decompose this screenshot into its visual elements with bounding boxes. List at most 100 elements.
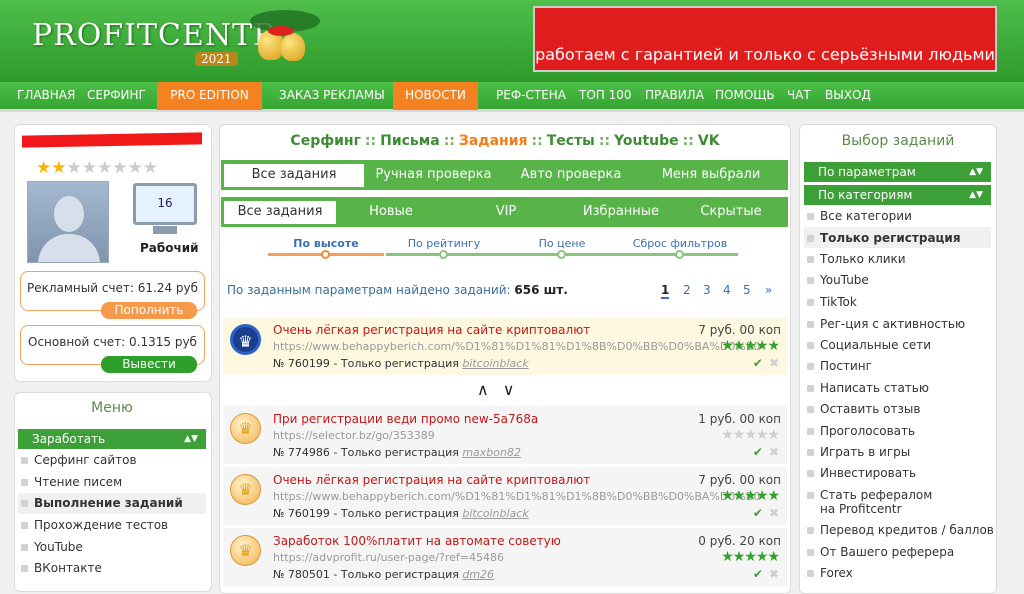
task-price: 0 руб. 20 коп <box>698 534 781 548</box>
menu-section-earn[interactable]: Заработать ▲▼ <box>18 429 206 449</box>
tab-vip[interactable]: VIP <box>466 201 546 224</box>
menu-item-tests[interactable]: Прохождение тестов <box>20 518 168 532</box>
category-item[interactable]: Все категории <box>807 209 912 223</box>
nav-logout[interactable]: ВЫХОД <box>813 82 883 110</box>
sort-by-rating[interactable]: По рейтингу <box>386 237 502 250</box>
task-title[interactable]: Очень лёгкая регистрация на сайте крипто… <box>273 323 590 337</box>
category-item[interactable]: TikTok <box>807 295 857 309</box>
page-next[interactable]: » <box>765 283 772 297</box>
hide-icon[interactable]: ✖ <box>769 506 779 520</box>
category-item[interactable]: Только регистрация <box>807 231 961 245</box>
category-item[interactable]: Инвестировать <box>806 466 916 480</box>
link-surfing[interactable]: Серфинг <box>290 133 360 149</box>
tab-manual-check[interactable]: Ручная проверка <box>366 164 501 187</box>
hide-icon[interactable]: ✖ <box>769 356 779 370</box>
task-title[interactable]: Очень лёгкая регистрация на сайте крипто… <box>273 473 590 487</box>
check-icon[interactable]: ✔ <box>753 356 763 370</box>
tab-chosen-me[interactable]: Меня выбрали <box>641 164 781 187</box>
page-2[interactable]: 2 <box>683 283 691 297</box>
menu-item-youtube[interactable]: YouTube <box>21 540 83 554</box>
sort-by-height[interactable]: По высоте <box>268 237 384 250</box>
link-tasks[interactable]: Задания <box>459 133 528 149</box>
link-youtube[interactable]: Youtube <box>614 133 679 149</box>
category-item[interactable]: Forex <box>807 566 853 580</box>
task-title[interactable]: При регистрации веди промо new-5a768a <box>273 412 538 426</box>
menu-item-vk[interactable]: ВКонтакте <box>21 561 102 575</box>
check-icon[interactable]: ✔ <box>753 506 763 520</box>
category-item[interactable]: Стать рефералом на Profitcentr <box>807 488 950 516</box>
nav-surfing[interactable]: СЕРФИНГ <box>75 82 158 110</box>
category-item[interactable]: Написать статью <box>807 381 929 395</box>
site-logo[interactable]: PROFITCENTR <box>32 18 277 53</box>
category-item[interactable]: Проголосовать <box>806 424 915 438</box>
check-icon[interactable]: ✔ <box>753 567 763 581</box>
category-item[interactable]: Социальные сети <box>806 338 931 352</box>
menu-item-surfing[interactable]: Серфинг сайтов <box>21 453 137 467</box>
filter-tabs: Все задания Новые VIP Избранные Скрытые <box>221 197 788 227</box>
page-3[interactable]: 3 <box>703 283 711 297</box>
filter-by-params[interactable]: По параметрам ▲▼ <box>804 162 991 182</box>
link-letters[interactable]: Письма <box>380 133 440 149</box>
tab-auto-check[interactable]: Авто проверка <box>506 164 636 187</box>
sort-dot-height[interactable] <box>321 250 330 259</box>
topup-button[interactable]: Пополнить <box>101 302 197 319</box>
reset-filters[interactable]: Сброс фильтров <box>622 237 738 250</box>
sort-dot-rating[interactable] <box>439 250 448 259</box>
filter-by-category[interactable]: По категориям ▲▼ <box>804 185 991 205</box>
level-number: 16 <box>157 196 173 210</box>
sort-dot-reset[interactable] <box>675 250 684 259</box>
nav-pro-edition[interactable]: PRO EDITION <box>157 82 262 110</box>
hide-icon[interactable]: ✖ <box>769 445 779 459</box>
check-icon[interactable]: ✔ <box>753 445 763 459</box>
task-url: https://selector.bz/go/353389 <box>273 429 435 442</box>
category-item[interactable]: Постинг <box>807 359 872 373</box>
chevron-down-icon[interactable]: ∨ <box>503 380 529 399</box>
main-nav: ГЛАВНАЯ СЕРФИНГ PRO EDITION ЗАКАЗ РЕКЛАМ… <box>0 82 1024 112</box>
ad-banner[interactable]: работаем с гарантией и только с серьёзны… <box>533 6 997 72</box>
task-author[interactable]: maxbon82 <box>462 446 521 459</box>
category-item[interactable]: Рег-ция с активностью <box>806 317 965 331</box>
link-vk[interactable]: VK <box>698 133 720 149</box>
main-account-balance: Основной счет: 0.1315 руб <box>28 335 197 349</box>
task-actions: ✔ ✖ <box>753 567 779 581</box>
category-item[interactable]: От Вашего реферера <box>806 545 954 559</box>
category-item[interactable]: Играть в игры <box>806 445 910 459</box>
hide-icon[interactable]: ✖ <box>769 567 779 581</box>
chevron-up-icon[interactable]: ∧ <box>477 380 503 399</box>
category-item[interactable]: YouTube <box>807 273 869 287</box>
task-author[interactable]: dm26 <box>462 568 494 581</box>
category-item[interactable]: Перевод кредитов / баллов <box>807 523 994 537</box>
tab-favorites[interactable]: Избранные <box>566 201 676 224</box>
category-item[interactable]: Оставить отзыв <box>806 402 920 416</box>
sort-dot-price[interactable] <box>557 250 566 259</box>
menu-item-tasks[interactable]: Выполнение заданий <box>21 496 183 510</box>
menu-item-letters[interactable]: Чтение писем <box>20 475 122 489</box>
tab-all-tasks[interactable]: Все задания <box>224 164 364 187</box>
sep: :: <box>364 133 377 149</box>
nav-order-ads[interactable]: ЗАКАЗ РЕКЛАМЫ <box>267 82 397 110</box>
section-links: Серфинг:: Письма:: Задания:: Тесты:: Youtube… <box>222 133 788 149</box>
task-row[interactable]: ♛ Заработок 100%платит на автомате совет… <box>223 528 787 586</box>
task-meta: № 760199 - Только регистрация bitcoinbla… <box>273 357 529 370</box>
category-item[interactable]: Только клики <box>807 252 906 266</box>
page-5[interactable]: 5 <box>743 283 751 297</box>
page-4[interactable]: 4 <box>723 283 731 297</box>
task-row[interactable]: ♛ При регистрации веди промо new-5a768a … <box>223 406 787 464</box>
withdraw-button[interactable]: Вывести <box>101 356 197 373</box>
task-title[interactable]: Заработок 100%платит на автомате советую <box>273 534 561 548</box>
monitor-stand <box>153 226 177 234</box>
page-1[interactable]: 1 <box>661 283 670 299</box>
task-row[interactable]: ♛ Очень лёгкая регистрация на сайте крип… <box>223 467 787 525</box>
task-author[interactable]: bitcoinblack <box>462 507 528 520</box>
link-tests[interactable]: Тесты <box>547 133 595 149</box>
nav-news[interactable]: НОВОСТИ <box>393 82 478 110</box>
nav-ref-wall[interactable]: РЕФ-СТЕНА <box>484 82 578 110</box>
expand-collapse[interactable]: ∧∨ <box>477 380 528 399</box>
tab-hidden[interactable]: Скрытые <box>686 201 776 224</box>
task-row[interactable]: ♛ Очень лёгкая регистрация на сайте крип… <box>223 317 787 375</box>
task-author[interactable]: bitcoinblack <box>462 357 528 370</box>
tab2-all-tasks[interactable]: Все задания <box>224 201 336 224</box>
avatar[interactable] <box>27 181 109 263</box>
sort-by-price[interactable]: По цене <box>504 237 620 250</box>
tab-new[interactable]: Новые <box>346 201 436 224</box>
